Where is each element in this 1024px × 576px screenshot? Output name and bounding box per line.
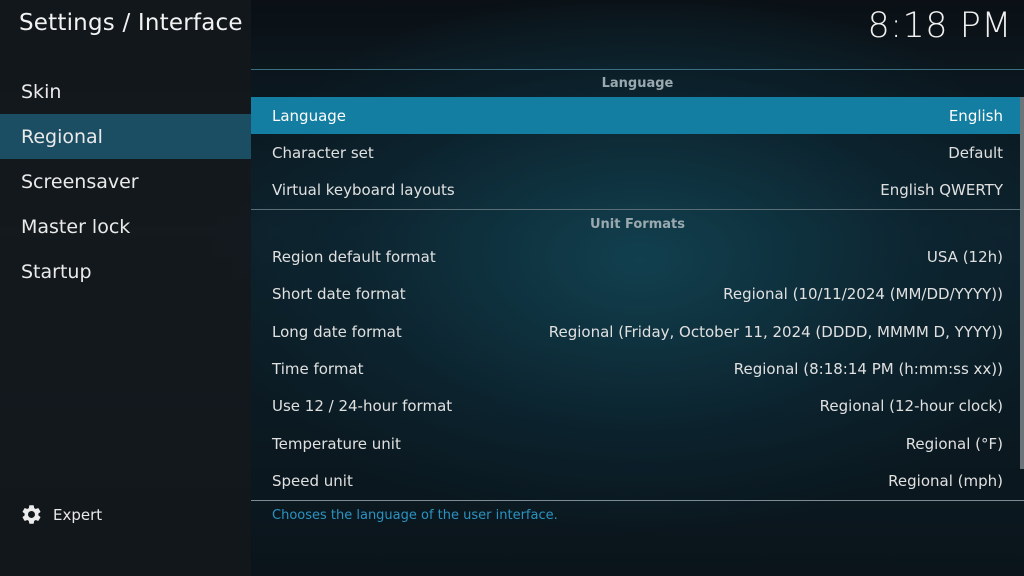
- expert-label: Expert: [53, 505, 103, 524]
- sidebar-item-regional[interactable]: Regional: [0, 114, 251, 159]
- section-header-unit-formats: Unit Formats: [590, 216, 685, 232]
- setting-row-character-set[interactable]: Character set Default: [251, 134, 1024, 171]
- panel-top-border: [251, 69, 1024, 70]
- expert-level-button[interactable]: Expert: [20, 503, 102, 526]
- setting-label: Time format: [272, 360, 364, 379]
- setting-label: Short date format: [272, 285, 406, 304]
- setting-row-virtual-keyboard-layouts[interactable]: Virtual keyboard layouts English QWERTY: [251, 172, 1024, 209]
- setting-row-time-format[interactable]: Time format Regional (8:18:14 PM (h:mm:s…: [251, 350, 1024, 387]
- sidebar-item-skin[interactable]: Skin: [0, 69, 251, 114]
- setting-label: Region default format: [272, 247, 436, 266]
- sidebar-item-label: Startup: [21, 260, 92, 283]
- setting-value: Regional (mph): [888, 472, 1003, 491]
- sidebar-nav: Skin Regional Screensaver Master lock St…: [0, 69, 251, 294]
- clock: 8:18 PM: [867, 6, 1012, 46]
- setting-label: Temperature unit: [272, 434, 401, 453]
- settings-panel: Language Language English Character set …: [251, 69, 1024, 501]
- setting-value: Regional (12-hour clock): [819, 397, 1003, 416]
- setting-label: Use 12 / 24-hour format: [272, 397, 453, 416]
- gear-icon: [22, 505, 41, 524]
- sidebar-item-screensaver[interactable]: Screensaver: [0, 159, 251, 204]
- sidebar-item-label: Regional: [21, 125, 103, 148]
- setting-label: Long date format: [272, 322, 402, 341]
- setting-value: USA (12h): [926, 247, 1003, 266]
- sidebar-item-label: Screensaver: [21, 170, 139, 193]
- setting-label: Speed unit: [272, 472, 353, 491]
- setting-value: English: [948, 106, 1003, 125]
- setting-row-short-date-format[interactable]: Short date format Regional (10/11/2024 (…: [251, 276, 1024, 313]
- setting-value: Regional (8:18:14 PM (h:mm:ss xx)): [733, 360, 1003, 379]
- sidebar-item-startup[interactable]: Startup: [0, 249, 251, 294]
- setting-row-temperature-unit[interactable]: Temperature unit Regional (°F): [251, 425, 1024, 462]
- sidebar-item-label: Master lock: [21, 215, 131, 238]
- section-header-language: Language: [601, 75, 674, 91]
- setting-label: Character set: [272, 144, 374, 163]
- setting-row-speed-unit[interactable]: Speed unit Regional (mph): [251, 463, 1024, 500]
- panel-bottom-border: [251, 500, 1024, 501]
- sidebar-item-label: Skin: [21, 80, 62, 103]
- setting-row-hour-format[interactable]: Use 12 / 24-hour format Regional (12-hou…: [251, 388, 1024, 425]
- setting-label: Virtual keyboard layouts: [272, 181, 455, 200]
- setting-description: Chooses the language of the user interfa…: [272, 508, 558, 523]
- setting-row-language[interactable]: Language English: [251, 97, 1024, 135]
- setting-row-long-date-format[interactable]: Long date format Regional (Friday, Octob…: [251, 313, 1024, 350]
- sidebar-item-master-lock[interactable]: Master lock: [0, 204, 251, 249]
- page-title: Settings / Interface: [19, 10, 243, 36]
- setting-value: Default: [948, 144, 1003, 163]
- scrollbar[interactable]: [1020, 97, 1024, 469]
- setting-row-region-default-format[interactable]: Region default format USA (12h): [251, 238, 1024, 275]
- setting-label: Language: [272, 106, 347, 125]
- setting-value: Regional (°F): [905, 434, 1003, 453]
- setting-value: Regional (Friday, October 11, 2024 (DDDD…: [548, 322, 1003, 341]
- setting-value: Regional (10/11/2024 (MM/DD/YYYY)): [723, 285, 1003, 304]
- setting-value: English QWERTY: [880, 181, 1003, 200]
